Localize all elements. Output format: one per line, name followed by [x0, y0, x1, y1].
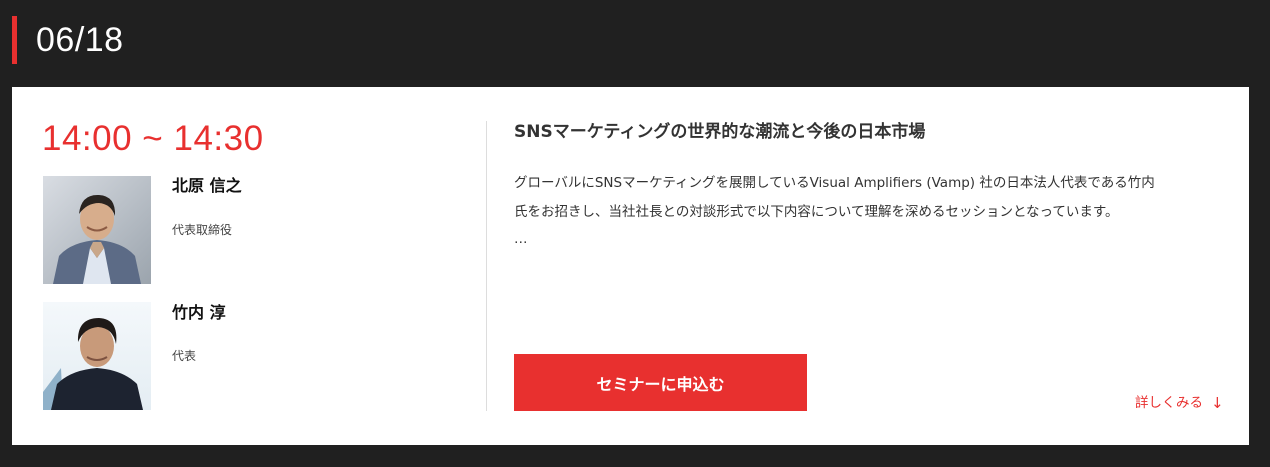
column-divider: [486, 121, 487, 411]
apply-seminar-button[interactable]: セミナーに申込む: [514, 354, 807, 411]
speaker-photo: [43, 302, 151, 410]
speaker-role: 代表取締役: [172, 223, 233, 237]
speaker-card: 北原 信之 代表取締役: [43, 176, 443, 284]
speaker-name: 北原 信之: [172, 176, 242, 195]
arrow-down-icon: ↓: [1211, 394, 1224, 412]
description-line: 氏をお招きし、当社社長との対談形式で以下内容について理解を深めるセッションとなっ…: [514, 203, 1119, 220]
speaker-role: 代表: [172, 349, 197, 363]
speaker-name: 竹内 淳: [172, 303, 226, 322]
session-title: SNSマーケティングの世界的な潮流と今後の日本市場: [514, 122, 926, 142]
session-card: 14:00 ~ 14:30 北原 信之 代表取締役 竹内 淳 代表 SNSマーケ…: [12, 87, 1249, 445]
details-link-label: 詳しくみる: [1135, 395, 1204, 411]
session-description: グローバルにSNSマーケティングを展開しているVisual Amplifiers…: [514, 169, 1234, 226]
speaker-card: 竹内 淳 代表: [43, 302, 443, 410]
date-accent-bar: [12, 16, 17, 64]
date-header: 06/18: [0, 0, 1270, 87]
description-ellipsis: …: [514, 231, 528, 247]
speaker-photo: [43, 176, 151, 284]
description-line: グローバルにSNSマーケティングを展開しているVisual Amplifiers…: [514, 175, 1155, 191]
session-date: 06/18: [36, 21, 124, 59]
details-link[interactable]: 詳しくみる ↓: [1135, 393, 1224, 413]
session-time: 14:00 ~ 14:30: [42, 119, 264, 158]
